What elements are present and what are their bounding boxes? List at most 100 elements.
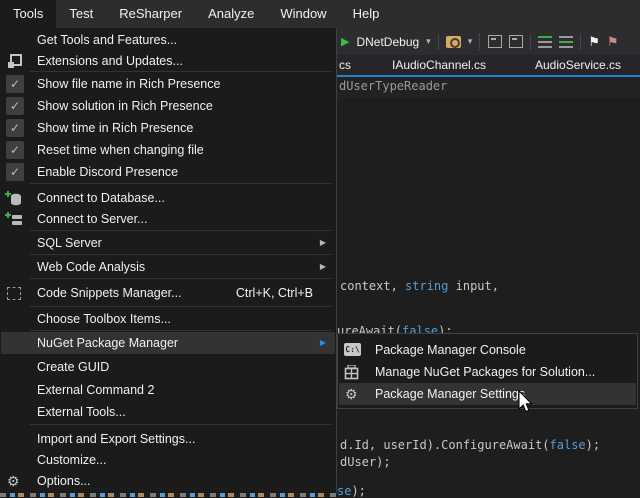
toolbar-separator [479,34,481,50]
checkmark-icon: ✓ [6,75,24,93]
submenu-arrow-icon: ▶ [320,332,326,354]
code-line: d.Id, userId).ConfigureAwait(false); [340,438,600,452]
mouse-cursor [517,390,533,414]
menu-separator [30,306,332,307]
menu-item-label: Manage NuGet Packages for Solution... [375,365,595,379]
code-keyword: se [337,484,351,498]
menubar-item-test[interactable]: Test [56,0,106,28]
checkmark-icon: ✓ [6,119,24,137]
submenu-arrow-icon: ▶ [320,256,326,278]
menu-item-label: Import and Export Settings... [37,432,195,446]
code-text: dUser); [340,455,391,469]
menu-item-extensions-and-updates[interactable]: Extensions and Updates... [1,50,335,72]
menu-separator [30,278,332,279]
menu-item-label: Code Snippets Manager... [37,286,182,300]
menu-item-external-command-2[interactable]: External Command 2 [1,379,335,401]
start-debug-icon[interactable]: ▶ [341,35,349,48]
menu-item-connect-to-database[interactable]: Connect to Database... [1,187,335,209]
increase-indent-icon[interactable] [559,36,573,48]
menu-item-label: Show solution in Rich Presence [37,99,213,113]
menu-item-enable-discord-presence[interactable]: ✓ Enable Discord Presence [1,161,335,183]
next-bookmark-icon[interactable]: ⚑ [607,34,619,50]
menubar-item-window[interactable]: Window [267,0,339,28]
menu-item-show-solution[interactable]: ✓ Show solution in Rich Presence [1,95,335,117]
chevron-down-icon[interactable]: ▾ [468,36,473,47]
submenu-item-package-manager-console[interactable]: C:\ Package Manager Console [339,339,636,361]
checkmark-icon: ✓ [6,141,24,159]
code-line: context, string input, [340,279,499,293]
menubar-item-analyze[interactable]: Analyze [195,0,267,28]
type-name-text: dUserTypeReader [339,79,447,93]
menu-item-connect-to-server[interactable]: Connect to Server... [1,208,335,230]
checkmark-icon: ✓ [6,97,24,115]
nuget-package-icon [344,365,360,380]
navigate-selection-icon[interactable] [488,35,502,48]
menu-item-label: Extensions and Updates... [37,54,183,68]
menu-item-label: Connect to Server... [37,212,147,226]
menu-item-label: NuGet Package Manager [37,336,178,350]
menu-item-label: Enable Discord Presence [37,165,178,179]
toolbar-separator [580,34,581,50]
menu-item-label: Choose Toolbox Items... [37,312,171,326]
menu-separator [30,254,332,255]
menu-item-label: Customize... [37,453,106,467]
menu-item-label: Show file name in Rich Presence [37,77,220,91]
menubar-item-tools[interactable]: Tools [0,0,56,28]
tools-menu: Get Tools and Features... Extensions and… [0,28,337,493]
standard-toolbar: ▶ DNetDebug ▾ ▾ ⚑ ⚑ [337,28,640,55]
code-line: se); [337,484,366,498]
menu-item-nuget-package-manager[interactable]: NuGet Package Manager ▶ [1,332,335,354]
tab-audioservice[interactable]: AudioService.cs [535,55,621,75]
menu-item-show-file-name[interactable]: ✓ Show file name in Rich Presence [1,73,335,95]
menu-separator [30,424,332,425]
menu-item-external-tools[interactable]: External Tools... [1,401,335,423]
menu-item-import-export-settings[interactable]: Import and Export Settings... [1,428,335,450]
bookmark-icon[interactable]: ⚑ [588,34,600,50]
menu-item-sql-server[interactable]: SQL Server ▶ [1,232,335,254]
chevron-down-icon[interactable]: ▾ [426,36,431,47]
menu-item-label: Reset time when changing file [37,143,204,157]
nuget-submenu: C:\ Package Manager Console Manage NuGet… [337,333,638,409]
menu-separator [30,183,332,184]
run-configuration-dropdown[interactable]: DNetDebug [356,35,419,49]
menu-item-code-snippets-manager[interactable]: Code Snippets Manager... Ctrl+K, Ctrl+B [1,282,335,304]
submenu-item-manage-nuget-packages[interactable]: Manage NuGet Packages for Solution... [339,361,636,383]
menu-separator [30,230,332,231]
menu-item-label: External Tools... [37,405,126,419]
menu-item-options[interactable]: ⚙ Options... [1,470,335,492]
menu-item-shortcut: Ctrl+K, Ctrl+B [236,282,313,304]
gear-icon: ⚙ [7,470,20,492]
tab-partial[interactable]: cs [339,55,351,75]
menu-item-label: External Command 2 [37,383,154,397]
menu-item-reset-time[interactable]: ✓ Reset time when changing file [1,139,335,161]
database-icon [5,190,25,207]
menubar-item-help[interactable]: Help [340,0,393,28]
code-text: d.Id, userId).ConfigureAwait( [340,438,550,452]
menu-item-show-time[interactable]: ✓ Show time in Rich Presence [1,117,335,139]
menubar-item-resharper[interactable]: ReSharper [106,0,195,28]
code-text: ); [586,438,600,452]
menu-item-label: SQL Server [37,236,102,250]
code-keyword: string [405,279,448,293]
menu-item-get-tools-and-features[interactable]: Get Tools and Features... [1,29,335,51]
menu-item-label: Package Manager Console [375,343,526,357]
menu-item-choose-toolbox-items[interactable]: Choose Toolbox Items... [1,308,335,330]
code-text: ); [351,484,365,498]
submenu-item-package-manager-settings[interactable]: ⚙ Package Manager Settings [339,383,636,405]
submenu-arrow-icon: ▶ [320,232,326,254]
copy-structure-icon[interactable] [509,35,523,48]
search-folder-icon[interactable] [446,36,461,48]
menu-item-customize[interactable]: Customize... [1,449,335,471]
menu-item-create-guid[interactable]: Create GUID [1,356,335,378]
console-icon: C:\ [344,343,361,356]
decrease-indent-icon[interactable] [538,36,552,48]
tab-iaudiochannel[interactable]: IAudioChannel.cs [392,55,486,75]
menu-item-label: Get Tools and Features... [37,33,177,47]
menu-item-label: Create GUID [37,360,109,374]
clipped-code-strip [0,493,337,497]
extensions-icon [8,54,22,68]
toolbar-separator [438,34,439,50]
menu-item-web-code-analysis[interactable]: Web Code Analysis ▶ [1,256,335,278]
code-text: context, [340,279,405,293]
code-line: dUser); [340,455,391,469]
